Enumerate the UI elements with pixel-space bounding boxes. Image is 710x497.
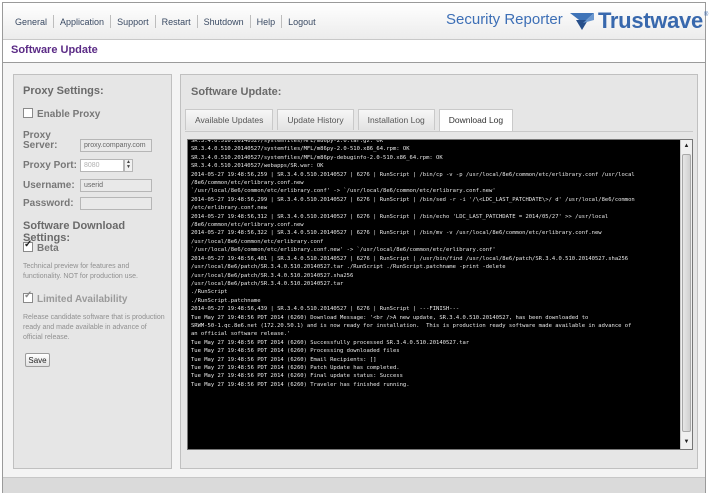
limited-availability-label: Limited Availability — [37, 294, 128, 305]
beta-label: Beta — [37, 243, 59, 254]
download-log-console[interactable]: SR.3.4.0.510.20140527/systemfiles/MFL/m8… — [187, 139, 693, 450]
download-settings-title: Software Download Settings: — [23, 220, 126, 244]
nav-support[interactable]: Support — [111, 17, 155, 27]
footer-band — [3, 477, 705, 493]
tab-bar: Available Updates Update History Install… — [185, 109, 517, 131]
scroll-up-arrow-icon[interactable]: ▲ — [682, 142, 691, 151]
save-button[interactable]: Save — [25, 353, 50, 367]
download-log-text: SR.3.4.0.510.20140527/systemfiles/MFL/m8… — [191, 139, 635, 388]
main-menu: General Application Support Restart Shut… — [9, 15, 322, 28]
scrollbar-thumb[interactable] — [682, 154, 691, 432]
proxy-settings-title: Proxy Settings: — [23, 85, 104, 97]
enable-proxy-row[interactable]: Enable Proxy — [23, 108, 101, 120]
proxy-server-field[interactable]: proxy.company.com — [80, 139, 152, 152]
nav-application[interactable]: Application — [54, 17, 110, 27]
nav-logout[interactable]: Logout — [282, 17, 322, 27]
proxy-server-label: Proxy Server: — [23, 130, 58, 151]
enable-proxy-checkbox[interactable] — [23, 108, 33, 119]
beta-checkbox[interactable] — [23, 239, 33, 253]
vertical-scrollbar[interactable]: ▲ ▼ — [680, 140, 692, 449]
trustwave-logo-icon — [570, 13, 594, 30]
limited-availability-row[interactable]: Limited Availability — [23, 290, 128, 305]
proxy-port-stepper[interactable]: ▲ ▼ — [124, 159, 133, 172]
limited-availability-checkbox[interactable] — [23, 290, 33, 304]
tab-available-updates[interactable]: Available Updates — [185, 109, 274, 130]
limited-availability-note: Release candidate software that is produ… — [23, 314, 165, 341]
username-field[interactable]: userid — [80, 179, 152, 192]
tab-update-history[interactable]: Update History — [277, 109, 354, 130]
nav-shutdown[interactable]: Shutdown — [198, 17, 250, 27]
scroll-down-arrow-icon[interactable]: ▼ — [682, 438, 691, 447]
beta-row[interactable]: Beta — [23, 239, 59, 254]
software-update-title: Software Update: — [191, 86, 282, 98]
stepper-down-icon[interactable]: ▼ — [126, 164, 131, 170]
page-title: Software Update — [11, 44, 98, 56]
proxy-port-field[interactable]: 8080 — [80, 159, 124, 172]
tab-divider — [185, 131, 693, 132]
logo-trademark: ® — [703, 12, 709, 18]
enable-proxy-label: Enable Proxy — [37, 109, 101, 120]
page-header: Software Update — [3, 40, 705, 63]
tab-installation-log[interactable]: Installation Log — [357, 109, 435, 130]
trustwave-logo: Trustwave ® — [569, 8, 708, 34]
nav-general[interactable]: General — [9, 17, 53, 27]
beta-note: Technical preview for features and funct… — [23, 263, 138, 280]
software-update-panel: Software Update: Available Updates Updat… — [180, 74, 698, 469]
username-label: Username: — [23, 180, 75, 191]
settings-panel: Proxy Settings: Enable Proxy Proxy Serve… — [13, 74, 172, 469]
logo-text: Trustwave — [598, 8, 703, 33]
nav-restart[interactable]: Restart — [156, 17, 197, 27]
password-label: Password: — [23, 198, 74, 209]
app-title: Security Reporter — [446, 11, 563, 28]
browser-frame: General Application Support Restart Shut… — [2, 2, 708, 493]
password-field[interactable] — [80, 197, 152, 210]
top-navigation-bar: General Application Support Restart Shut… — [3, 3, 708, 40]
nav-help[interactable]: Help — [251, 17, 282, 27]
tab-download-log[interactable]: Download Log — [438, 109, 514, 131]
proxy-port-label: Proxy Port: — [23, 160, 77, 171]
